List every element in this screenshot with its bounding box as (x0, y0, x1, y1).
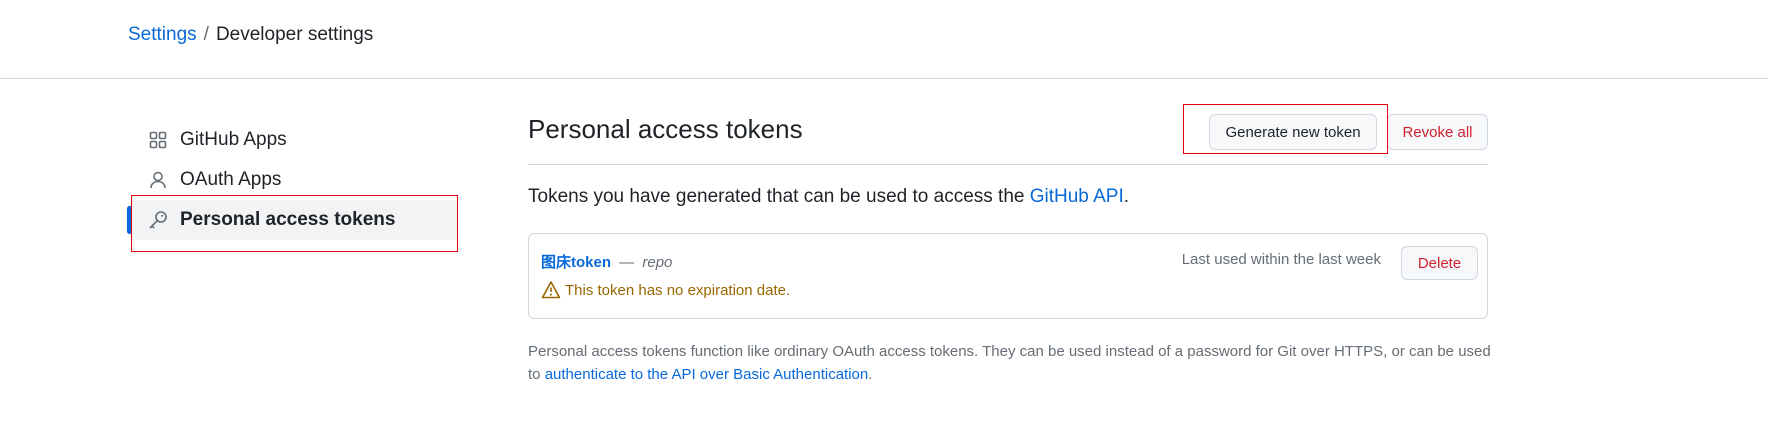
token-warning-text: This token has no expiration date. (565, 281, 791, 299)
developer-settings-sidebar: GitHub Apps OAuth Apps Personal access t… (127, 120, 458, 240)
token-name-link[interactable]: 图床token (541, 254, 611, 271)
page-header: Personal access tokens Generate new toke… (528, 104, 1488, 165)
footer-description-end: . (868, 366, 873, 383)
person-icon (148, 170, 168, 190)
main-content: Personal access tokens Generate new toke… (528, 104, 1488, 165)
footer-description: Personal access tokens function like ord… (528, 340, 1498, 386)
token-separator: — (619, 254, 635, 271)
top-header: Settings / Developer settings (0, 0, 1768, 79)
key-icon (148, 210, 168, 230)
token-last-used: Last used within the last week (1181, 251, 1381, 268)
sidebar-item-label: OAuth Apps (180, 169, 282, 190)
alert-triangle-icon (541, 280, 561, 300)
page-title: Personal access tokens (528, 114, 803, 144)
sidebar-item-github-apps[interactable]: GitHub Apps (128, 120, 458, 160)
apps-grid-icon (148, 130, 168, 150)
token-list-item: 图床token — repo This token has no expirat… (528, 233, 1488, 319)
basic-auth-link[interactable]: authenticate to the API over Basic Authe… (545, 366, 869, 383)
intro-text-body: Tokens you have generated that can be us… (528, 186, 1030, 207)
generate-new-token-button[interactable]: Generate new token (1209, 114, 1377, 150)
revoke-all-button[interactable]: Revoke all (1387, 114, 1488, 150)
breadcrumb: Settings / Developer settings (128, 24, 373, 46)
sidebar-item-personal-access-tokens[interactable]: Personal access tokens (127, 200, 458, 240)
intro-text: Tokens you have generated that can be us… (528, 186, 1129, 208)
token-scope: repo (642, 254, 673, 271)
sidebar-item-label: Personal access tokens (180, 209, 396, 230)
breadcrumb-current: Developer settings (215, 24, 374, 45)
breadcrumb-separator: / (203, 24, 209, 45)
github-api-link[interactable]: GitHub API (1030, 186, 1124, 207)
intro-text-end: . (1123, 186, 1130, 207)
sidebar-item-label: GitHub Apps (180, 129, 287, 150)
delete-token-button[interactable]: Delete (1401, 246, 1478, 280)
token-expiration-warning: This token has no expiration date. (541, 280, 790, 300)
token-title-line: 图床token — repo (541, 251, 672, 272)
sidebar-item-oauth-apps[interactable]: OAuth Apps (128, 160, 458, 200)
breadcrumb-settings-link[interactable]: Settings (128, 24, 197, 46)
